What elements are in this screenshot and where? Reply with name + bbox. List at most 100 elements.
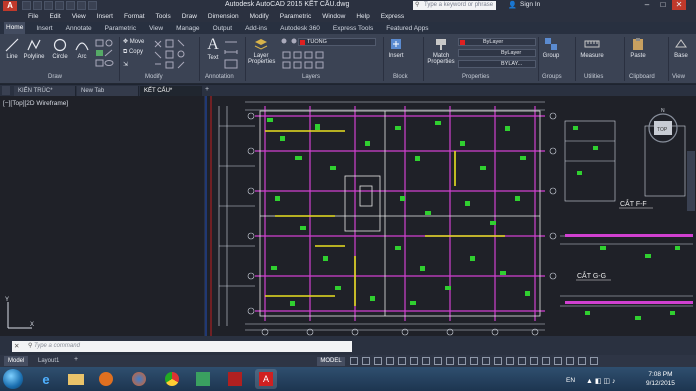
model-space-button[interactable]: MODEL (317, 357, 345, 366)
tab-insert[interactable]: Insert (34, 25, 54, 32)
new-tab-plus-icon[interactable]: + (205, 86, 209, 93)
lineweight-dropdown[interactable]: BYLAY... (458, 60, 536, 68)
clipboard-panel-label[interactable]: Clipboard (629, 74, 655, 80)
tab-manage[interactable]: Manage (174, 25, 202, 32)
draw-extra-icons[interactable] (94, 38, 114, 68)
modify-panel-label[interactable]: Modify (145, 74, 163, 80)
viewcube-icon[interactable]: TOP N (648, 108, 678, 143)
tab-parametric[interactable]: Parametric (103, 25, 138, 32)
menu-file[interactable]: File (28, 13, 38, 20)
layer-dropdown[interactable]: TUONG (298, 38, 376, 46)
quick-properties-icon[interactable] (530, 357, 538, 365)
command-close-icon[interactable]: ✕ (14, 342, 19, 350)
menu-format[interactable]: Format (124, 13, 145, 20)
tab-layout1[interactable]: Layout1 (34, 356, 63, 366)
menu-dimension[interactable]: Dimension (208, 13, 239, 20)
selection-cycling-icon[interactable] (446, 357, 454, 365)
hardware-acceleration-icon[interactable] (566, 357, 574, 365)
new-file-icon[interactable] (22, 1, 31, 10)
tab-menu-icon[interactable] (2, 86, 10, 95)
menu-help[interactable]: Help (356, 13, 369, 20)
stretch-tool-button[interactable]: ⇲ (123, 61, 128, 68)
customization-icon[interactable] (590, 357, 598, 365)
insert-block-button[interactable]: Insert (386, 37, 406, 59)
menu-edit[interactable]: Edit (49, 13, 60, 20)
tab-autodesk-360[interactable]: Autodesk 360 (278, 25, 322, 32)
units-icon[interactable] (518, 357, 526, 365)
group-button[interactable]: Group (540, 37, 562, 59)
arc-tool-button[interactable]: Arc (74, 38, 90, 60)
groups-panel-label[interactable]: Groups (542, 74, 562, 80)
menu-insert[interactable]: Insert (97, 13, 113, 20)
structural-drawing[interactable]: CẮT F-F CẮT G-G TOP N (205, 96, 696, 336)
menu-draw[interactable]: Draw (182, 13, 197, 20)
polyline-tool-button[interactable]: Polyline (22, 38, 46, 60)
tab-express-tools[interactable]: Express Tools (331, 25, 375, 32)
add-layout-icon[interactable]: + (74, 356, 78, 363)
doc-tab-kien-truc[interactable]: KIẾN TRÚC* (14, 86, 76, 96)
maximize-icon[interactable]: □ (656, 0, 670, 10)
system-clock[interactable]: 7:08 PM 9/12/2015 (646, 370, 675, 388)
match-properties-button[interactable]: Match Properties (427, 37, 455, 65)
autocad-logo-icon[interactable]: A (3, 1, 17, 11)
tab-home[interactable]: Home (4, 22, 26, 34)
autocad-taskbar-icon[interactable]: A (255, 369, 277, 389)
menu-tools[interactable]: Tools (156, 13, 171, 20)
ortho-icon[interactable] (374, 357, 382, 365)
command-search-icon[interactable]: ⚲ (28, 342, 32, 349)
doc-tab-new-tab[interactable]: New Tab (77, 86, 139, 96)
block-panel-label[interactable]: Block (393, 74, 408, 80)
autocad-app-icon[interactable] (192, 369, 214, 389)
command-input[interactable]: Type a command (12, 341, 352, 352)
save-icon[interactable] (44, 1, 53, 10)
otrack-icon[interactable] (410, 357, 418, 365)
ie-icon[interactable]: e (35, 369, 57, 389)
search-input[interactable]: ⚲ Type a keyword or phrase (413, 1, 496, 10)
paste-button[interactable]: Paste (628, 37, 648, 59)
dynamic-ucs-icon[interactable] (470, 357, 478, 365)
minimize-icon[interactable]: – (640, 0, 654, 10)
menu-express[interactable]: Express (381, 13, 404, 20)
osnap-icon[interactable] (398, 357, 406, 365)
text-tool-button[interactable]: A Text (204, 37, 222, 62)
lineweight-icon[interactable] (422, 357, 430, 365)
line-tool-button[interactable]: Line (4, 38, 20, 60)
3d-osnap-icon[interactable] (458, 357, 466, 365)
undo-icon[interactable] (77, 1, 86, 10)
tab-view[interactable]: View (147, 25, 165, 32)
design-app-icon[interactable] (224, 369, 246, 389)
redo-icon[interactable] (88, 1, 97, 10)
draw-panel-label[interactable]: Draw (48, 74, 62, 80)
media-player-icon[interactable] (95, 369, 117, 389)
annotation-extra-icons[interactable] (223, 38, 241, 70)
sign-in-link[interactable]: Sign In (520, 1, 540, 8)
file-explorer-icon[interactable] (65, 369, 87, 389)
annotation-monitor-icon[interactable] (506, 357, 514, 365)
clean-screen-icon[interactable] (578, 357, 586, 365)
chrome-icon[interactable] (161, 369, 183, 389)
save-as-icon[interactable] (55, 1, 64, 10)
view-panel-label[interactable]: View (672, 74, 685, 80)
measure-button[interactable]: Measure (579, 37, 605, 59)
tab-output[interactable]: Output (211, 25, 235, 32)
layer-tools-icons[interactable] (282, 50, 378, 70)
lock-ui-icon[interactable] (542, 357, 550, 365)
copy-tool-button[interactable]: ⧉ Copy (123, 49, 143, 56)
color-dropdown[interactable]: ByLayer (458, 38, 536, 46)
menu-parametric[interactable]: Parametric (280, 13, 311, 20)
tray-icons[interactable]: ▲ ◧ ◫ ♪ (586, 377, 616, 385)
navigation-bar[interactable] (687, 151, 695, 211)
viewport-controls[interactable]: [−][Top][2D Wireframe] (3, 100, 68, 107)
close-icon[interactable]: ✕ (672, 0, 686, 10)
base-view-button[interactable]: Base (671, 37, 691, 59)
windows-start-icon[interactable] (3, 369, 23, 389)
transparency-icon[interactable] (434, 357, 442, 365)
annotation-scale-icon[interactable] (482, 357, 490, 365)
tab-model[interactable]: Model (4, 356, 29, 366)
menu-modify[interactable]: Modify (250, 13, 269, 20)
isolate-objects-icon[interactable] (554, 357, 562, 365)
layer-properties-button[interactable]: Layer Properties (248, 37, 275, 65)
grid-icon[interactable] (350, 357, 358, 365)
tab-featured-apps[interactable]: Featured Apps (384, 25, 430, 32)
doc-tab-ket-cau[interactable]: KẾT CẤU* (140, 86, 202, 96)
